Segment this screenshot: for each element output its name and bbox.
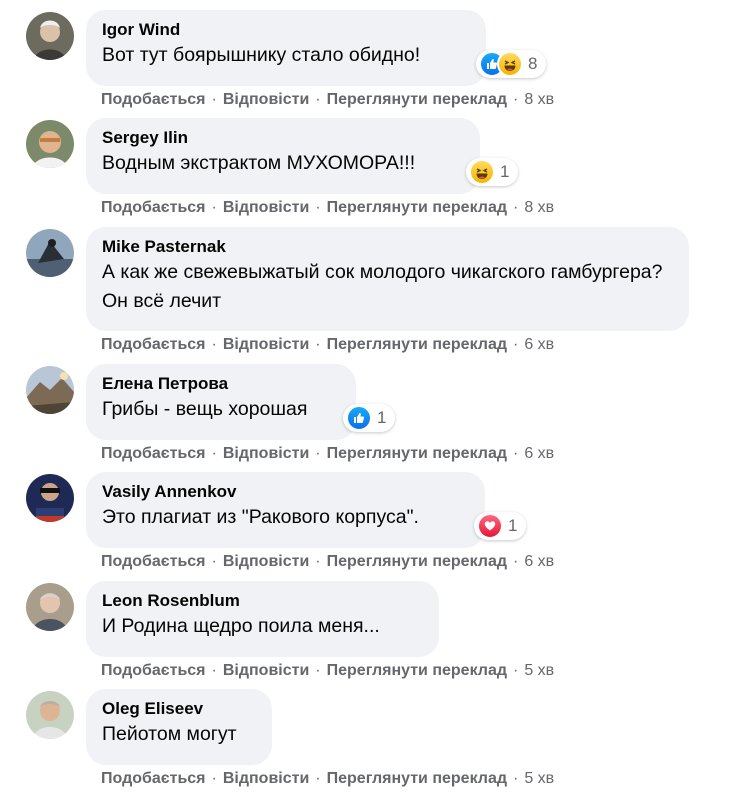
reaction-count: 1 xyxy=(377,408,387,427)
see-translation-link[interactable]: Переглянути переклад xyxy=(327,770,507,787)
comment-actions: Подобається · Відповісти · Переглянути перек… xyxy=(101,553,555,570)
timestamp[interactable]: 5 хв xyxy=(524,770,554,787)
comment-bubble: Oleg Eliseev Пейотом могут xyxy=(86,689,272,765)
comment-bubble: Sergey Ilin Водным экстрактом МУХОМОРА!!… xyxy=(86,118,480,194)
comment-text: Водным экстрактом МУХОМОРА!!! xyxy=(102,152,416,174)
like-reaction-icon xyxy=(346,405,372,431)
reply-link[interactable]: Відповісти xyxy=(223,199,309,216)
reaction-summary[interactable]: 1 xyxy=(474,512,526,540)
reply-link[interactable]: Відповісти xyxy=(223,336,309,353)
reply-link[interactable]: Відповісти xyxy=(223,445,309,462)
comment-actions: Подобається · Відповісти · Переглянути перек… xyxy=(101,199,555,216)
avatar[interactable] xyxy=(26,583,74,631)
like-link[interactable]: Подобається xyxy=(101,553,206,570)
reaction-count: 1 xyxy=(500,162,510,181)
avatar[interactable] xyxy=(26,691,74,739)
avatar[interactable] xyxy=(26,474,74,522)
reaction-summary[interactable]: 1 xyxy=(466,158,518,186)
like-link[interactable]: Подобається xyxy=(101,336,206,353)
reply-link[interactable]: Відповісти xyxy=(223,770,309,787)
like-link[interactable]: Подобається xyxy=(101,770,206,787)
like-link[interactable]: Подобається xyxy=(101,445,206,462)
comment-author[interactable]: Sergey Ilin xyxy=(102,127,464,149)
timestamp[interactable]: 6 хв xyxy=(524,553,554,570)
timestamp[interactable]: 8 хв xyxy=(524,199,554,216)
reaction-count: 1 xyxy=(508,516,518,535)
see-translation-link[interactable]: Переглянути переклад xyxy=(327,336,507,353)
reaction-summary[interactable]: 1 xyxy=(343,404,395,432)
reply-link[interactable]: Відповісти xyxy=(223,91,309,108)
see-translation-link[interactable]: Переглянути переклад xyxy=(327,199,507,216)
see-translation-link[interactable]: Переглянути переклад xyxy=(327,553,507,570)
see-translation-link[interactable]: Переглянути переклад xyxy=(327,445,507,462)
like-link[interactable]: Подобається xyxy=(101,662,206,679)
like-link[interactable]: Подобається xyxy=(101,91,206,108)
haha-reaction-icon xyxy=(497,51,523,77)
comment-actions: Подобається · Відповісти · Переглянути перек… xyxy=(101,662,555,679)
comment-author[interactable]: Leon Rosenblum xyxy=(102,590,423,612)
comment-bubble: Елена Петрова Грибы - вещь хорошая xyxy=(86,364,356,440)
comment-bubble: Leon Rosenblum И Родина щедро поила меня… xyxy=(86,581,439,657)
comment-bubble: Igor Wind Вот тут боярышнику стало обидн… xyxy=(86,10,486,86)
comment-text: Грибы - вещь хорошая xyxy=(102,398,308,420)
comment-author[interactable]: Mike Pasternak xyxy=(102,236,673,258)
avatar[interactable] xyxy=(26,366,74,414)
reaction-summary[interactable]: 8 xyxy=(476,50,546,78)
timestamp[interactable]: 6 хв xyxy=(524,336,554,353)
comment-author[interactable]: Елена Петрова xyxy=(102,373,340,395)
timestamp[interactable]: 8 хв xyxy=(524,91,554,108)
comment-actions: Подобається · Відповісти · Переглянути перек… xyxy=(101,770,555,787)
avatar[interactable] xyxy=(26,229,74,277)
comment-text: А как же свежевыжатый сок молодого чикаг… xyxy=(102,261,663,312)
comment-author[interactable]: Igor Wind xyxy=(102,19,470,41)
see-translation-link[interactable]: Переглянути переклад xyxy=(327,662,507,679)
comment-text: Вот тут боярышнику стало обидно! xyxy=(102,44,421,66)
love-reaction-icon xyxy=(477,513,503,539)
comment-bubble: Vasily Annenkov Это плагиат из "Ракового… xyxy=(86,472,485,548)
comment-bubble: Mike Pasternak А как же свежевыжатый сок… xyxy=(86,227,689,331)
comment-actions: Подобається · Відповісти · Переглянути перек… xyxy=(101,336,555,353)
avatar[interactable] xyxy=(26,12,74,60)
comment-text: И Родина щедро поила меня... xyxy=(102,615,380,637)
haha-reaction-icon xyxy=(469,159,495,185)
timestamp[interactable]: 6 хв xyxy=(524,445,554,462)
comment-author[interactable]: Vasily Annenkov xyxy=(102,481,469,503)
see-translation-link[interactable]: Переглянути переклад xyxy=(327,91,507,108)
comment-actions: Подобається · Відповісти · Переглянути перек… xyxy=(101,445,555,462)
comment-author[interactable]: Oleg Eliseev xyxy=(102,698,256,720)
reply-link[interactable]: Відповісти xyxy=(223,662,309,679)
reaction-count: 8 xyxy=(528,54,538,73)
like-link[interactable]: Подобається xyxy=(101,199,206,216)
reply-link[interactable]: Відповісти xyxy=(223,553,309,570)
comment-text: Пейотом могут xyxy=(102,723,237,745)
comment-text: Это плагиат из "Ракового корпуса". xyxy=(102,506,419,528)
avatar[interactable] xyxy=(26,120,74,168)
timestamp[interactable]: 5 хв xyxy=(524,662,554,679)
comment-actions: Подобається · Відповісти · Переглянути перек… xyxy=(101,91,555,108)
